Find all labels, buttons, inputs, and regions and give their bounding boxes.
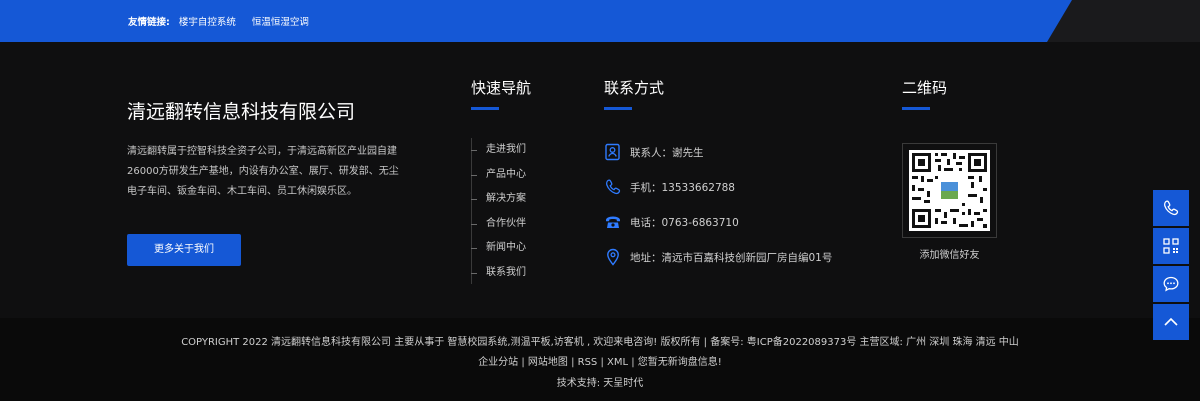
friend-link-constant-temperature-ac[interactable]: 恒温恒湿空调 (252, 17, 309, 28)
side-chat-button[interactable] (1153, 266, 1189, 302)
company-name: 清远翻转信息科技有限公司 (127, 101, 356, 123)
quick-nav-title: 快速导航 (471, 79, 532, 97)
nav-item-about[interactable]: 走进我们 (471, 138, 551, 163)
qrcode-underline (902, 107, 930, 110)
qrcode-icon (1163, 238, 1179, 254)
mobile-phone-icon (604, 178, 622, 196)
address-text: 地址：清远市百嘉科技创新园厂房自编01号 (630, 251, 833, 264)
mobile-row: 手机：13533662788 (604, 177, 735, 197)
qrcode-caption: 添加微信好友 (919, 250, 980, 261)
friend-links-bar: 友情链接: 楼宇自控系统 恒温恒湿空调 (0, 0, 1200, 42)
chat-icon (1163, 276, 1179, 292)
friend-links-title: 友情链接: (128, 17, 170, 28)
site-links-line[interactable]: 企业分站 | 网站地图 | RSS | XML | 您暂无新询盘信息! (0, 353, 1200, 368)
back-to-top-icon (1164, 317, 1178, 326)
more-about-us-button[interactable]: 更多关于我们 (127, 234, 241, 266)
copyright-line: COPYRIGHT 2022 清远翻转信息科技有限公司 主要从事于 智慧校园系统… (181, 337, 1019, 348)
quick-nav-underline (471, 107, 499, 110)
nav-item-products[interactable]: 产品中心 (471, 163, 551, 188)
qrcode-frame (902, 143, 997, 238)
address-row: 地址：清远市百嘉科技创新园厂房自编01号 (604, 247, 832, 267)
nav-item-partners[interactable]: 合作伙伴 (471, 212, 551, 237)
footer-main: 清远翻转信息科技有限公司 清远翻转属于控智科技全资子公司，于清远高新区产业园自建… (0, 42, 1200, 318)
side-qrcode-button[interactable] (1153, 228, 1189, 264)
contact-title: 联系方式 (604, 79, 665, 97)
contact-underline (604, 107, 632, 110)
side-phone-button[interactable] (1153, 190, 1189, 226)
friend-link-building-control[interactable]: 楼宇自控系统 (179, 17, 236, 28)
friend-links: 友情链接: 楼宇自控系统 恒温恒湿空调 (128, 14, 322, 28)
mobile-text: 手机：13533662788 (630, 181, 735, 194)
wechat-qrcode-image (909, 150, 990, 231)
contact-person-row: 联系人：谢先生 (604, 142, 704, 162)
quick-nav-list: 走进我们 产品中心 解决方案 合作伙伴 新闻中心 联系我们 (471, 138, 551, 284)
company-description: 清远翻转属于控智科技全资子公司，于清远高新区产业园自建26000方研发生产基地，… (127, 146, 399, 197)
back-to-top-button[interactable] (1153, 304, 1189, 340)
contact-person-icon (604, 143, 622, 161)
nav-item-news[interactable]: 新闻中心 (471, 236, 551, 261)
copyright-bar: COPYRIGHT 2022 清远翻转信息科技有限公司 主要从事于 智慧校园系统… (0, 318, 1200, 401)
phone-icon (1164, 200, 1179, 216)
nav-item-contact[interactable]: 联系我们 (471, 261, 551, 286)
tech-support-line: 技术支持: 天呈时代 (556, 378, 644, 389)
floating-side-bar (1153, 190, 1189, 342)
location-pin-icon (604, 248, 622, 266)
telephone-text: 电话：0763-6863710 (630, 216, 739, 229)
telephone-icon (604, 213, 622, 231)
nav-item-solutions[interactable]: 解决方案 (471, 187, 551, 212)
contact-person-text: 联系人：谢先生 (630, 146, 704, 159)
telephone-row: 电话：0763-6863710 (604, 212, 739, 232)
qrcode-title: 二维码 (902, 79, 948, 97)
